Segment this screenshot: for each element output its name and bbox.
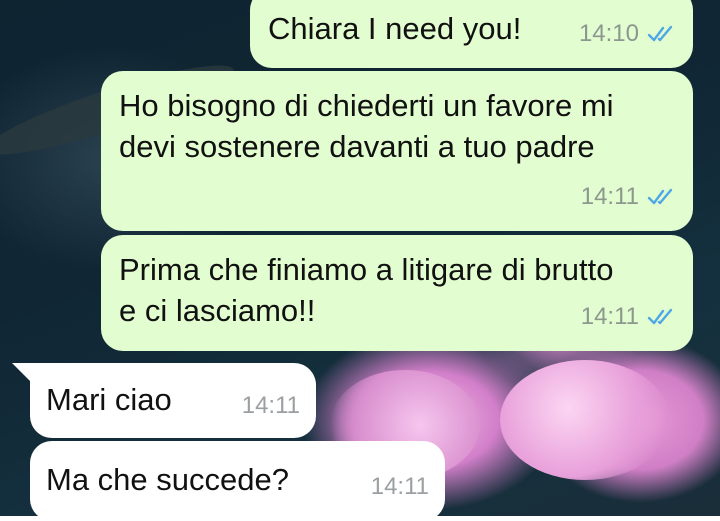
message-bubble-incoming[interactable]: Mari ciao 14:11 (30, 363, 316, 438)
message-bubble-outgoing[interactable]: Chiara I need you! 14:10 (250, 0, 693, 68)
message-bubble-incoming[interactable]: Ma che succede? 14:11 (30, 441, 445, 521)
message-text: Prima che finiamo a litigare di brutto e… (119, 252, 614, 328)
message-meta: 14:11 (371, 466, 429, 507)
message-bubble-outgoing[interactable]: Prima che finiamo a litigare di brutto e… (101, 235, 693, 351)
message-meta: 14:11 (581, 296, 677, 337)
message-text: Ho bisogno di chiederti un favore mi dev… (119, 88, 614, 164)
message-meta: 14:10 (579, 13, 677, 54)
double-check-icon (647, 25, 673, 41)
wallpaper-flower (500, 360, 670, 480)
message-time: 14:11 (370, 473, 429, 500)
message-meta: 14:11 (242, 385, 300, 426)
message-time: 14:11 (241, 392, 300, 419)
message-time: 14:11 (580, 183, 639, 210)
double-check-icon (647, 308, 673, 324)
message-meta: 14:11 (581, 176, 677, 217)
message-bubble-outgoing[interactable]: Ho bisogno di chiederti un favore mi dev… (101, 71, 693, 231)
message-time: 14:10 (578, 20, 639, 47)
double-check-icon (647, 188, 673, 204)
message-time: 14:11 (580, 303, 639, 330)
